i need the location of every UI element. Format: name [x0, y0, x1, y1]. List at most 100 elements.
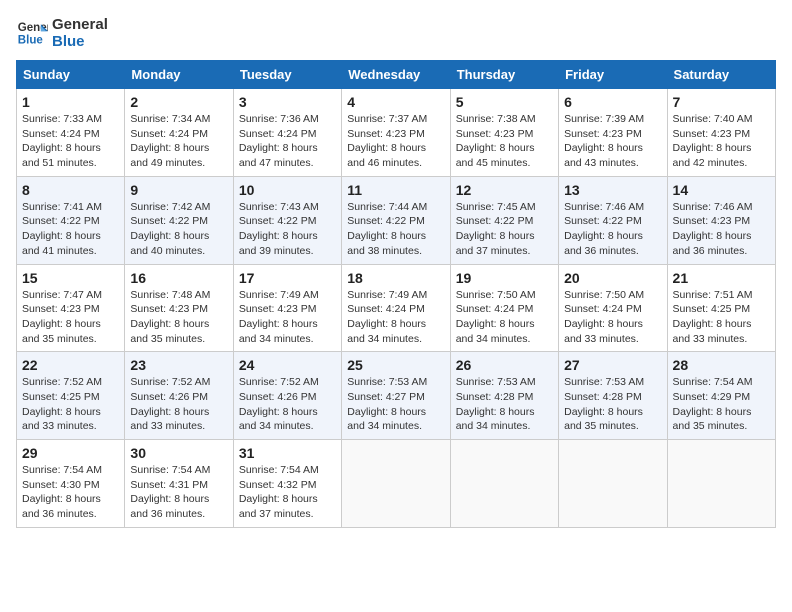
weekday-header-row: SundayMondayTuesdayWednesdayThursdayFrid…	[17, 61, 776, 89]
day-cell-9: 9 Sunrise: 7:42 AM Sunset: 4:22 PM Daylig…	[125, 176, 233, 264]
day-number: 17	[239, 270, 336, 286]
day-number: 2	[130, 94, 227, 110]
day-cell-12: 12 Sunrise: 7:45 AM Sunset: 4:22 PM Dayli…	[450, 176, 558, 264]
day-number: 4	[347, 94, 444, 110]
day-info: Sunrise: 7:54 AM Sunset: 4:30 PM Dayligh…	[22, 463, 119, 522]
day-cell-10: 10 Sunrise: 7:43 AM Sunset: 4:22 PM Dayli…	[233, 176, 341, 264]
day-cell-30: 30 Sunrise: 7:54 AM Sunset: 4:31 PM Dayli…	[125, 440, 233, 528]
day-info: Sunrise: 7:46 AM Sunset: 4:23 PM Dayligh…	[673, 200, 770, 259]
week-row-3: 15 Sunrise: 7:47 AM Sunset: 4:23 PM Dayli…	[17, 264, 776, 352]
day-cell-13: 13 Sunrise: 7:46 AM Sunset: 4:22 PM Dayli…	[559, 176, 667, 264]
day-info: Sunrise: 7:52 AM Sunset: 4:26 PM Dayligh…	[130, 375, 227, 434]
day-info: Sunrise: 7:54 AM Sunset: 4:31 PM Dayligh…	[130, 463, 227, 522]
day-number: 7	[673, 94, 770, 110]
day-info: Sunrise: 7:46 AM Sunset: 4:22 PM Dayligh…	[564, 200, 661, 259]
empty-cell	[667, 440, 775, 528]
svg-text:Blue: Blue	[18, 35, 44, 47]
logo-general: General	[52, 16, 108, 33]
day-number: 5	[456, 94, 553, 110]
day-info: Sunrise: 7:42 AM Sunset: 4:22 PM Dayligh…	[130, 200, 227, 259]
day-cell-11: 11 Sunrise: 7:44 AM Sunset: 4:22 PM Dayli…	[342, 176, 450, 264]
weekday-tuesday: Tuesday	[233, 61, 341, 89]
day-number: 18	[347, 270, 444, 286]
day-number: 13	[564, 182, 661, 198]
day-info: Sunrise: 7:41 AM Sunset: 4:22 PM Dayligh…	[22, 200, 119, 259]
day-info: Sunrise: 7:37 AM Sunset: 4:23 PM Dayligh…	[347, 112, 444, 171]
day-number: 30	[130, 445, 227, 461]
day-info: Sunrise: 7:52 AM Sunset: 4:26 PM Dayligh…	[239, 375, 336, 434]
day-info: Sunrise: 7:36 AM Sunset: 4:24 PM Dayligh…	[239, 112, 336, 171]
day-cell-22: 22Sunrise: 7:52 AM Sunset: 4:25 PM Dayli…	[17, 352, 125, 440]
weekday-saturday: Saturday	[667, 61, 775, 89]
day-cell-16: 16 Sunrise: 7:48 AM Sunset: 4:23 PM Dayli…	[125, 264, 233, 352]
day-number: 23	[130, 357, 227, 373]
day-cell-14: 14Sunrise: 7:46 AM Sunset: 4:23 PM Dayli…	[667, 176, 775, 264]
calendar-table: SundayMondayTuesdayWednesdayThursdayFrid…	[16, 60, 776, 528]
day-cell-26: 26 Sunrise: 7:53 AM Sunset: 4:28 PM Dayli…	[450, 352, 558, 440]
calendar-body: 1Sunrise: 7:33 AM Sunset: 4:24 PM Daylig…	[17, 89, 776, 528]
day-number: 15	[22, 270, 119, 286]
day-info: Sunrise: 7:34 AM Sunset: 4:24 PM Dayligh…	[130, 112, 227, 171]
day-cell-19: 19Sunrise: 7:50 AM Sunset: 4:24 PM Dayli…	[450, 264, 558, 352]
day-info: Sunrise: 7:48 AM Sunset: 4:23 PM Dayligh…	[130, 288, 227, 347]
week-row-5: 29Sunrise: 7:54 AM Sunset: 4:30 PM Dayli…	[17, 440, 776, 528]
day-info: Sunrise: 7:53 AM Sunset: 4:28 PM Dayligh…	[456, 375, 553, 434]
day-number: 12	[456, 182, 553, 198]
day-info: Sunrise: 7:43 AM Sunset: 4:22 PM Dayligh…	[239, 200, 336, 259]
day-cell-6: 6 Sunrise: 7:39 AM Sunset: 4:23 PM Daylig…	[559, 89, 667, 177]
day-cell-8: 8Sunrise: 7:41 AM Sunset: 4:22 PM Daylig…	[17, 176, 125, 264]
day-number: 9	[130, 182, 227, 198]
logo: General Blue General Blue	[16, 16, 108, 50]
day-cell-4: 4 Sunrise: 7:37 AM Sunset: 4:23 PM Daylig…	[342, 89, 450, 177]
empty-cell	[342, 440, 450, 528]
weekday-monday: Monday	[125, 61, 233, 89]
day-info: Sunrise: 7:44 AM Sunset: 4:22 PM Dayligh…	[347, 200, 444, 259]
day-number: 6	[564, 94, 661, 110]
logo-icon: General Blue	[16, 17, 48, 49]
day-info: Sunrise: 7:54 AM Sunset: 4:32 PM Dayligh…	[239, 463, 336, 522]
day-number: 10	[239, 182, 336, 198]
day-info: Sunrise: 7:53 AM Sunset: 4:27 PM Dayligh…	[347, 375, 444, 434]
day-number: 11	[347, 182, 444, 198]
day-number: 25	[347, 357, 444, 373]
day-info: Sunrise: 7:53 AM Sunset: 4:28 PM Dayligh…	[564, 375, 661, 434]
weekday-friday: Friday	[559, 61, 667, 89]
day-info: Sunrise: 7:47 AM Sunset: 4:23 PM Dayligh…	[22, 288, 119, 347]
day-number: 16	[130, 270, 227, 286]
day-number: 26	[456, 357, 553, 373]
day-info: Sunrise: 7:38 AM Sunset: 4:23 PM Dayligh…	[456, 112, 553, 171]
day-info: Sunrise: 7:49 AM Sunset: 4:23 PM Dayligh…	[239, 288, 336, 347]
day-cell-25: 25 Sunrise: 7:53 AM Sunset: 4:27 PM Dayli…	[342, 352, 450, 440]
day-cell-28: 28 Sunrise: 7:54 AM Sunset: 4:29 PM Dayli…	[667, 352, 775, 440]
day-info: Sunrise: 7:51 AM Sunset: 4:25 PM Dayligh…	[673, 288, 770, 347]
day-number: 21	[673, 270, 770, 286]
day-info: Sunrise: 7:50 AM Sunset: 4:24 PM Dayligh…	[456, 288, 553, 347]
day-number: 3	[239, 94, 336, 110]
day-info: Sunrise: 7:54 AM Sunset: 4:29 PM Dayligh…	[673, 375, 770, 434]
weekday-wednesday: Wednesday	[342, 61, 450, 89]
day-cell-23: 23 Sunrise: 7:52 AM Sunset: 4:26 PM Dayli…	[125, 352, 233, 440]
day-number: 20	[564, 270, 661, 286]
day-number: 24	[239, 357, 336, 373]
day-cell-24: 24 Sunrise: 7:52 AM Sunset: 4:26 PM Dayli…	[233, 352, 341, 440]
day-cell-18: 18 Sunrise: 7:49 AM Sunset: 4:24 PM Dayli…	[342, 264, 450, 352]
day-number: 28	[673, 357, 770, 373]
day-cell-29: 29Sunrise: 7:54 AM Sunset: 4:30 PM Dayli…	[17, 440, 125, 528]
day-cell-3: 3 Sunrise: 7:36 AM Sunset: 4:24 PM Daylig…	[233, 89, 341, 177]
empty-cell	[559, 440, 667, 528]
logo-blue: Blue	[52, 33, 108, 50]
day-info: Sunrise: 7:40 AM Sunset: 4:23 PM Dayligh…	[673, 112, 770, 171]
day-info: Sunrise: 7:39 AM Sunset: 4:23 PM Dayligh…	[564, 112, 661, 171]
day-cell-31: 31 Sunrise: 7:54 AM Sunset: 4:32 PM Dayli…	[233, 440, 341, 528]
day-cell-21: 21 Sunrise: 7:51 AM Sunset: 4:25 PM Dayli…	[667, 264, 775, 352]
day-number: 1	[22, 94, 119, 110]
day-info: Sunrise: 7:45 AM Sunset: 4:22 PM Dayligh…	[456, 200, 553, 259]
empty-cell	[450, 440, 558, 528]
weekday-thursday: Thursday	[450, 61, 558, 89]
day-number: 31	[239, 445, 336, 461]
day-cell-17: 17 Sunrise: 7:49 AM Sunset: 4:23 PM Dayli…	[233, 264, 341, 352]
day-info: Sunrise: 7:49 AM Sunset: 4:24 PM Dayligh…	[347, 288, 444, 347]
day-cell-27: 27Sunrise: 7:53 AM Sunset: 4:28 PM Dayli…	[559, 352, 667, 440]
week-row-2: 8Sunrise: 7:41 AM Sunset: 4:22 PM Daylig…	[17, 176, 776, 264]
weekday-sunday: Sunday	[17, 61, 125, 89]
